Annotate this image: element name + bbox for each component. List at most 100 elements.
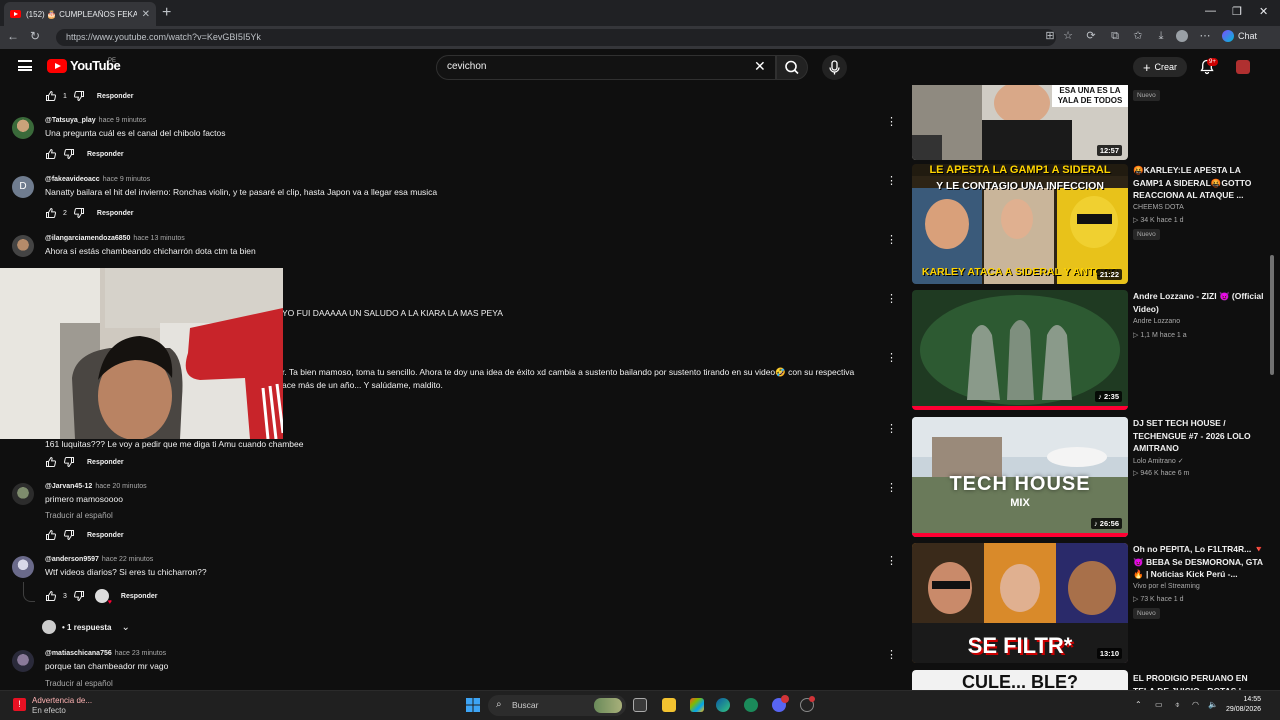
tray-chevron-icon[interactable]: ⌃ bbox=[1135, 700, 1142, 709]
account-avatar[interactable] bbox=[1236, 60, 1250, 74]
video-thumbnail[interactable]: CULE... BLE? bbox=[912, 670, 1128, 690]
more-options-icon[interactable]: ⋮ bbox=[886, 176, 897, 187]
video-title[interactable]: Andre Lozzano - ZIZI 😈 (Official Video) bbox=[1133, 290, 1268, 315]
more-options-icon[interactable]: ⋮ bbox=[886, 235, 897, 246]
task-view-icon[interactable] bbox=[633, 698, 647, 712]
comment-time[interactable]: hace 9 minutos bbox=[99, 117, 146, 124]
translate-link[interactable]: Traducir al español bbox=[45, 679, 113, 688]
reload-icon[interactable]: ↻ bbox=[30, 29, 40, 43]
author-name[interactable]: @ilangarciamendoza6850 bbox=[45, 235, 130, 242]
like-icon[interactable] bbox=[45, 529, 57, 541]
file-explorer-icon[interactable] bbox=[662, 698, 676, 712]
windows-start-icon[interactable] bbox=[466, 698, 480, 712]
more-options-icon[interactable]: ⋮ bbox=[886, 650, 897, 661]
downloads-icon[interactable]: ⤓ bbox=[1155, 30, 1167, 42]
close-tab-icon[interactable]: ✕ bbox=[142, 9, 150, 20]
dislike-icon[interactable] bbox=[63, 529, 75, 541]
more-menu-icon[interactable]: ⋯ bbox=[1199, 30, 1211, 42]
browser-tab[interactable]: (152) 🎂 CUMPLEAÑOS FEKA 🎂 CE ✕ bbox=[4, 2, 156, 26]
video-thumbnail[interactable]: ESA UNA ES LA YALA DE TODOS 12:57 bbox=[912, 85, 1128, 160]
create-button[interactable]: + Crear bbox=[1133, 57, 1187, 77]
microsoft-store-icon[interactable] bbox=[690, 698, 704, 712]
like-icon[interactable] bbox=[45, 590, 57, 602]
chat-button[interactable]: Chat bbox=[1222, 30, 1257, 42]
video-title[interactable]: Oh no PEPITA, Lo F1LTR4R... 🔻😈 BEBA Se D… bbox=[1133, 543, 1268, 581]
recommended-video[interactable]: CULE... BLE? EL PRODIGIO PERUANO EN TELA… bbox=[912, 670, 1272, 690]
avatar[interactable] bbox=[12, 235, 34, 257]
dislike-icon[interactable] bbox=[63, 456, 75, 468]
tray-mic-icon[interactable]: ⌽ bbox=[1175, 700, 1180, 710]
comment-author[interactable]: @anderson9597 hace 22 minutos bbox=[45, 556, 153, 563]
apps-icon[interactable]: ⊞ bbox=[1044, 30, 1056, 42]
warning-notification[interactable]: Advertencia de... En efecto bbox=[32, 696, 92, 716]
search-input[interactable]: cevichon bbox=[436, 55, 776, 80]
more-options-icon[interactable]: ⋮ bbox=[886, 556, 897, 567]
replies-toggle[interactable]: • 1 respuesta ⌄ bbox=[42, 620, 130, 634]
author-name[interactable]: @fakeavideoacc bbox=[45, 176, 100, 183]
video-title[interactable]: 🤬KARLEY:LE APESTA LA GAMP1 A SIDERAL🤬GOT… bbox=[1133, 164, 1268, 202]
comment-author[interactable]: @fakeavideoacc hace 9 minutos bbox=[45, 176, 150, 183]
more-options-icon[interactable]: ⋮ bbox=[886, 117, 897, 128]
video-title[interactable]: EL PRODIGIO PERUANO EN TELA DE JUICIO - … bbox=[1133, 672, 1268, 690]
maximize-button[interactable]: ❐ bbox=[1232, 5, 1242, 18]
bookmark-star-icon[interactable]: ☆ bbox=[1062, 30, 1074, 42]
comment-time[interactable]: hace 20 minutos bbox=[95, 483, 146, 490]
author-name[interactable]: @Tatsuya_play bbox=[45, 117, 96, 124]
dislike-icon[interactable] bbox=[73, 90, 85, 102]
reply-button[interactable]: Responder bbox=[97, 93, 134, 100]
wifi-icon[interactable]: ◠ bbox=[1192, 700, 1199, 709]
avatar[interactable] bbox=[12, 117, 34, 139]
like-icon[interactable] bbox=[45, 148, 57, 160]
reply-button[interactable]: Responder bbox=[87, 151, 124, 158]
reply-button[interactable]: Responder bbox=[87, 459, 124, 466]
like-icon[interactable] bbox=[45, 456, 57, 468]
dislike-icon[interactable] bbox=[63, 148, 75, 160]
more-options-icon[interactable]: ⋮ bbox=[886, 483, 897, 494]
warning-icon[interactable]: ! bbox=[13, 698, 26, 711]
more-options-icon[interactable]: ⋮ bbox=[886, 353, 897, 364]
more-options-icon[interactable]: ⋮ bbox=[886, 424, 897, 435]
channel-name[interactable]: Vivo por el Streaming bbox=[1133, 583, 1200, 590]
comment-author[interactable]: @Jarvan45-12 hace 20 minutos bbox=[45, 483, 147, 490]
clear-search-icon[interactable]: ✕ bbox=[754, 58, 766, 75]
reply-button[interactable]: Responder bbox=[121, 593, 158, 600]
video-thumbnail[interactable]: TECH HOUSE MIX ♪ 26:56 bbox=[912, 417, 1128, 537]
new-tab-button[interactable]: + bbox=[162, 4, 171, 22]
video-thumbnail[interactable]: SE FILTR* 13:10 bbox=[912, 543, 1128, 663]
reply-button[interactable]: Responder bbox=[87, 532, 124, 539]
comment-time[interactable]: hace 23 minutos bbox=[115, 650, 166, 657]
dislike-icon[interactable] bbox=[73, 207, 85, 219]
voice-search-button[interactable] bbox=[822, 55, 847, 80]
search-button[interactable] bbox=[776, 55, 808, 80]
reply-button[interactable]: Responder bbox=[97, 210, 134, 217]
author-name[interactable]: @matiaschicana756 bbox=[45, 650, 112, 657]
video-thumbnail[interactable]: ♪ 2:35 bbox=[912, 290, 1128, 410]
avatar[interactable] bbox=[12, 650, 34, 672]
volume-icon[interactable]: 🔈 bbox=[1208, 700, 1218, 709]
comment-time[interactable]: hace 22 minutos bbox=[102, 556, 153, 563]
green-app-icon[interactable] bbox=[744, 698, 758, 712]
author-name[interactable]: @Jarvan45-12 bbox=[45, 483, 92, 490]
profile-avatar-icon[interactable] bbox=[1176, 30, 1188, 42]
hamburger-menu-icon[interactable] bbox=[18, 60, 32, 71]
dislike-icon[interactable] bbox=[73, 590, 85, 602]
back-arrow-icon[interactable]: ← bbox=[7, 29, 19, 43]
author-name[interactable]: @anderson9597 bbox=[45, 556, 99, 563]
comment-author[interactable]: @matiaschicana756 hace 23 minutos bbox=[45, 650, 166, 657]
channel-name[interactable]: Andre Lozzano bbox=[1133, 318, 1180, 325]
taskbar-search[interactable]: ⌕ Buscar bbox=[488, 695, 626, 716]
minimize-button[interactable]: — bbox=[1205, 5, 1216, 17]
video-title[interactable]: DJ SET TECH HOUSE / TECHENGUE #7 - 2026 … bbox=[1133, 417, 1268, 455]
tray-app-icon[interactable]: ▭ bbox=[1155, 700, 1163, 709]
avatar[interactable] bbox=[12, 483, 34, 505]
like-icon[interactable] bbox=[45, 90, 57, 102]
avatar[interactable] bbox=[12, 556, 34, 578]
extensions-icon[interactable]: ⧉ bbox=[1109, 30, 1121, 42]
comment-time[interactable]: hace 13 minutos bbox=[133, 235, 184, 242]
page-scrollbar[interactable] bbox=[1270, 255, 1274, 375]
avatar[interactable]: D bbox=[12, 176, 34, 198]
channel-name[interactable]: CHEEMS DOTA bbox=[1133, 204, 1184, 211]
system-clock[interactable]: 14:55 29/08/2026 bbox=[1226, 695, 1261, 715]
more-options-icon[interactable]: ⋮ bbox=[886, 294, 897, 305]
like-icon[interactable] bbox=[45, 207, 57, 219]
